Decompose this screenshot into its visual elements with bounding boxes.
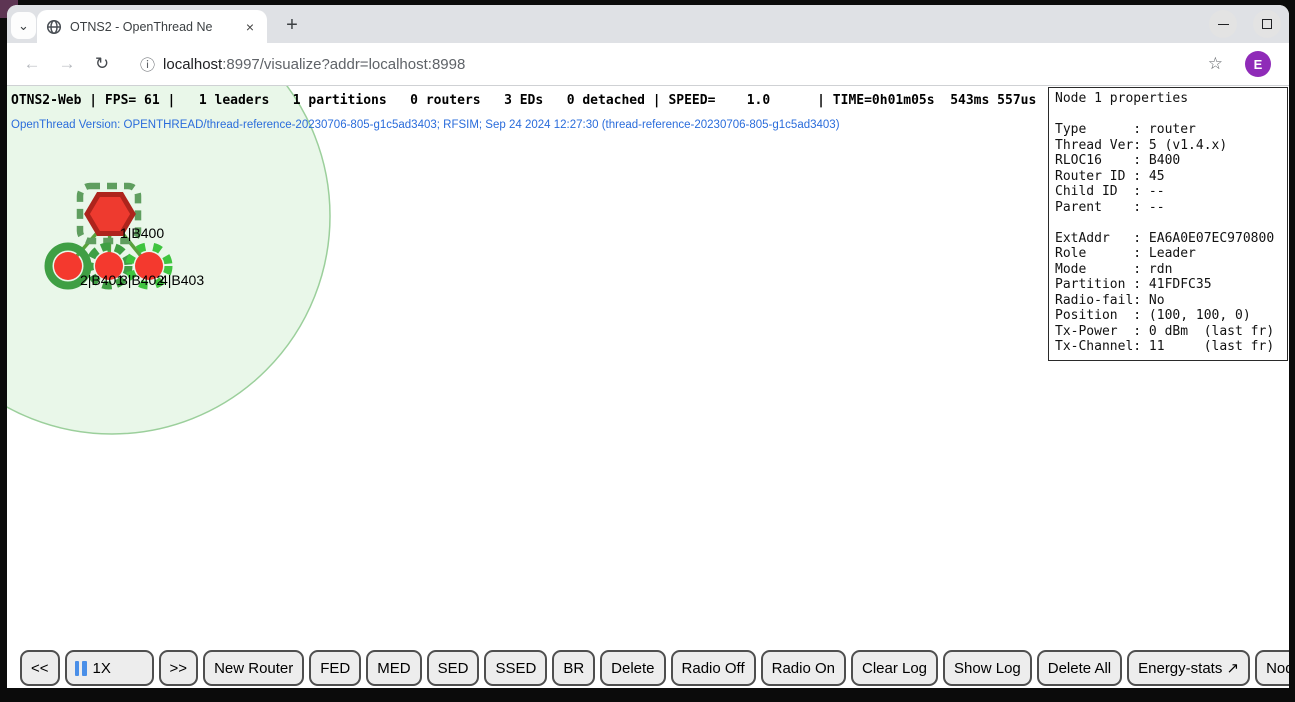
tab-strip: ⌄ OTNS2 - OpenThread Ne × +: [7, 5, 1289, 43]
panel-line: Role : Leader: [1055, 246, 1287, 262]
address-field[interactable]: localhost:8997/visualize?addr=localhost:…: [163, 56, 465, 73]
maximize-icon: [1262, 19, 1272, 29]
energy-stats-button[interactable]: Energy-stats ↗: [1127, 650, 1250, 686]
maximize-button[interactable]: [1253, 10, 1281, 38]
panel-line: RLOC16 : B400: [1055, 153, 1287, 169]
panel-line: Mode : rdn: [1055, 262, 1287, 278]
simulation-canvas[interactable]: 1|B400 2|B401 3|B402 4|B403 OTNS2-Web | …: [7, 86, 1289, 688]
node-4-label: 4|B403: [160, 272, 204, 288]
tab-title: OTNS2 - OpenThread Ne: [70, 20, 234, 34]
tab-close-icon[interactable]: ×: [242, 19, 258, 35]
panel-line: Partition : 41FDFC35: [1055, 277, 1287, 293]
show-log-button[interactable]: Show Log: [943, 650, 1032, 686]
panel-line: Tx-Channel: 11 (last fr): [1055, 339, 1287, 355]
radio-on-button[interactable]: Radio On: [761, 650, 846, 686]
globe-icon: [46, 19, 62, 35]
node-2-label: 2|B401: [80, 272, 124, 288]
node-2-child[interactable]: [54, 252, 82, 280]
new-tab-button[interactable]: +: [279, 12, 305, 38]
med-button[interactable]: MED: [366, 650, 421, 686]
panel-line: Router ID : 45: [1055, 169, 1287, 185]
url-bar: ← → ↻ ⓘ localhost:8997/visualize?addr=lo…: [7, 43, 1289, 86]
panel-line: Radio-fail: No: [1055, 293, 1287, 309]
panel-line: Parent : --: [1055, 200, 1287, 216]
network-graph: [7, 86, 487, 526]
chevron-down-icon: ⌄: [18, 18, 29, 34]
node-1-label: 1|B400: [120, 225, 164, 241]
br-button[interactable]: BR: [552, 650, 595, 686]
tab-search-button[interactable]: ⌄: [11, 12, 36, 39]
panel-line: Type : router: [1055, 122, 1287, 138]
panel-line: Node 1 properties: [1055, 91, 1287, 107]
url-path: :8997/visualize?addr=localhost:8998: [222, 56, 465, 73]
panel-line: [1055, 215, 1287, 231]
back-icon[interactable]: ←: [19, 54, 45, 74]
page-info-icon[interactable]: ⓘ: [140, 54, 155, 75]
reload-icon[interactable]: ↻: [89, 54, 115, 74]
delete-button[interactable]: Delete: [600, 650, 665, 686]
profile-avatar[interactable]: E: [1245, 51, 1271, 77]
panel-line: ExtAddr : EA6A0E07EC970800: [1055, 231, 1287, 247]
sed-button[interactable]: SED: [427, 650, 480, 686]
speed-value: 1X: [93, 660, 111, 677]
panel-line: Position : (100, 100, 0): [1055, 308, 1287, 324]
minimize-icon: [1218, 24, 1229, 25]
tab-otns2[interactable]: OTNS2 - OpenThread Ne ×: [37, 10, 267, 43]
panel-line: Thread Ver: 5 (v1.4.x): [1055, 138, 1287, 154]
node-properties-panel: Node 1 properties Type : routerThread Ve…: [1048, 87, 1288, 361]
panel-line: Child ID : --: [1055, 184, 1287, 200]
status-bar-text: OTNS2-Web | FPS= 61 | 1 leaders 1 partit…: [11, 93, 1036, 108]
browser-window: ⌄ OTNS2 - OpenThread Ne × + ← → ↻ ⓘ loca…: [7, 5, 1289, 688]
speed-up-button[interactable]: >>: [159, 650, 199, 686]
node-stats-button[interactable]: Node-stats ↗: [1255, 650, 1289, 686]
minimize-button[interactable]: [1209, 10, 1237, 38]
new-router-button[interactable]: New Router: [203, 650, 304, 686]
ssed-button[interactable]: SSED: [484, 650, 547, 686]
clear-log-button[interactable]: Clear Log: [851, 650, 938, 686]
radio-off-button[interactable]: Radio Off: [671, 650, 756, 686]
action-toolbar: << 1X >> New Router FED MED SED SSED BR …: [20, 650, 1289, 686]
node-3-label: 3|B402: [120, 272, 164, 288]
window-controls: [1209, 10, 1281, 38]
pause-icon: [75, 661, 87, 676]
speed-pause-button[interactable]: 1X: [65, 650, 154, 686]
panel-line: [1055, 107, 1287, 123]
bookmark-star-icon[interactable]: ☆: [1208, 54, 1223, 74]
delete-all-button[interactable]: Delete All: [1037, 650, 1122, 686]
speed-down-button[interactable]: <<: [20, 650, 60, 686]
forward-icon[interactable]: →: [54, 54, 80, 74]
url-host: localhost: [163, 56, 222, 73]
openthread-version-text: OpenThread Version: OPENTHREAD/thread-re…: [11, 119, 840, 131]
panel-line: Tx-Power : 0 dBm (last fr): [1055, 324, 1287, 340]
fed-button[interactable]: FED: [309, 650, 361, 686]
